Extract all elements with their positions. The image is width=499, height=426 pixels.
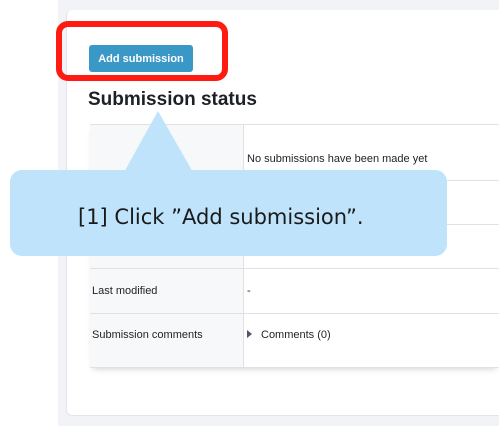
table-row-last-modified: Last modified - bbox=[90, 269, 499, 314]
row-label: Last modified bbox=[92, 285, 158, 297]
expand-triangle-icon bbox=[247, 330, 252, 339]
row-label-cell: Last modified bbox=[90, 269, 244, 313]
row-label-cell: Submission comments bbox=[90, 314, 244, 367]
comments-toggle-link[interactable]: Comments (0) bbox=[247, 329, 331, 341]
row-label: Submission comments bbox=[92, 329, 203, 341]
table-row-submission-comments: Submission comments Comments (0) bbox=[90, 314, 499, 368]
add-submission-button[interactable]: Add submission bbox=[89, 45, 193, 72]
row-value: - bbox=[247, 285, 251, 297]
row-value: No submissions have been made yet bbox=[247, 153, 428, 165]
screenshot-stage: Add submission Submission status No subm… bbox=[0, 0, 499, 426]
comments-link-label: Comments (0) bbox=[261, 329, 331, 341]
tutorial-callout-text: [1] Click ”Add submission”. bbox=[78, 205, 364, 229]
section-title: Submission status bbox=[88, 89, 257, 110]
